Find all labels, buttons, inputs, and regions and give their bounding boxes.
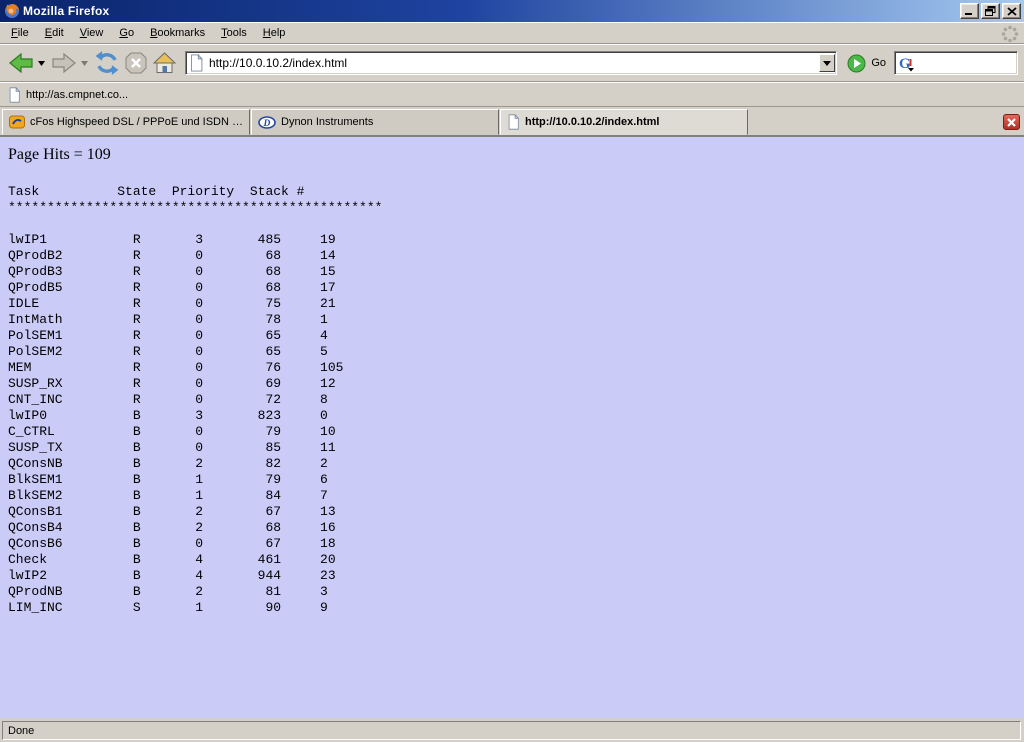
go-icon bbox=[847, 54, 866, 73]
bookmark-item[interactable]: http://as.cmpnet.co... bbox=[6, 85, 134, 105]
status-bar: Done bbox=[0, 718, 1024, 742]
status-text: Done bbox=[2, 721, 1021, 740]
minimize-icon bbox=[964, 6, 975, 16]
dynon-icon: D bbox=[258, 116, 276, 129]
go-button[interactable]: Go bbox=[847, 54, 886, 73]
chevron-down-icon bbox=[823, 61, 831, 66]
page-hits-text: Page Hits = 109 bbox=[8, 146, 1024, 164]
minimize-button[interactable] bbox=[960, 3, 979, 19]
restore-icon bbox=[985, 6, 996, 16]
bookmark-label: http://as.cmpnet.co... bbox=[26, 89, 128, 101]
home-icon bbox=[152, 51, 177, 75]
forward-dropdown[interactable] bbox=[79, 47, 89, 79]
home-button[interactable] bbox=[150, 47, 179, 79]
close-icon bbox=[1007, 7, 1017, 16]
document-icon bbox=[8, 87, 21, 103]
go-label: Go bbox=[871, 57, 886, 69]
titlebar: Mozilla Firefox bbox=[0, 0, 1024, 22]
reload-button[interactable] bbox=[92, 47, 122, 79]
url-bar bbox=[185, 51, 837, 75]
menubar: File Edit View Go Bookmarks Tools Help bbox=[0, 22, 1024, 44]
tab-index-html[interactable]: http://10.0.10.2/index.html bbox=[500, 109, 748, 135]
task-table: Task State Priority Stack # ************… bbox=[8, 184, 1024, 616]
google-icon[interactable]: G bbox=[898, 55, 915, 72]
chevron-down-icon bbox=[38, 61, 45, 66]
cfos-icon bbox=[9, 114, 25, 130]
menu-help[interactable]: Help bbox=[255, 24, 294, 42]
menu-go[interactable]: Go bbox=[111, 24, 142, 42]
stop-icon bbox=[124, 51, 148, 75]
reload-icon bbox=[94, 50, 120, 76]
tab-dynon[interactable]: D Dynon Instruments bbox=[251, 109, 499, 135]
close-button[interactable] bbox=[1002, 3, 1021, 19]
menu-file[interactable]: File bbox=[3, 24, 37, 42]
svg-text:D: D bbox=[263, 119, 271, 129]
tab-cfos[interactable]: cFos Highspeed DSL / PPPoE und ISDN CAP.… bbox=[2, 109, 250, 135]
back-dropdown[interactable] bbox=[36, 47, 46, 79]
tab-label: cFos Highspeed DSL / PPPoE und ISDN CAP.… bbox=[30, 116, 243, 128]
back-button[interactable] bbox=[6, 47, 36, 79]
restore-button[interactable] bbox=[981, 3, 1000, 19]
forward-button[interactable] bbox=[49, 47, 79, 79]
search-box: G bbox=[894, 51, 1018, 75]
forward-icon bbox=[51, 51, 77, 75]
search-input[interactable] bbox=[915, 56, 1015, 70]
navigation-toolbar: Go G bbox=[0, 44, 1024, 82]
tab-label: http://10.0.10.2/index.html bbox=[525, 116, 659, 128]
menu-view[interactable]: View bbox=[72, 24, 112, 42]
menu-bookmarks[interactable]: Bookmarks bbox=[142, 24, 213, 42]
window-title: Mozilla Firefox bbox=[23, 4, 958, 18]
browser-window: Mozilla Firefox File Edit View Go Bookma… bbox=[0, 0, 1024, 742]
menu-edit[interactable]: Edit bbox=[37, 24, 72, 42]
close-tab-button[interactable] bbox=[1003, 114, 1020, 130]
firefox-icon bbox=[4, 3, 20, 19]
url-input[interactable] bbox=[204, 56, 819, 70]
page-content: Page Hits = 109 Task State Priority Stac… bbox=[0, 137, 1024, 718]
back-icon bbox=[8, 51, 34, 75]
throbber-icon bbox=[1001, 25, 1019, 43]
close-icon bbox=[1007, 118, 1016, 127]
url-dropdown-button[interactable] bbox=[819, 54, 835, 72]
stop-button[interactable] bbox=[122, 47, 150, 79]
tab-bar: cFos Highspeed DSL / PPPoE und ISDN CAP.… bbox=[0, 107, 1024, 137]
tab-label: Dynon Instruments bbox=[281, 116, 373, 128]
chevron-down-icon bbox=[81, 61, 88, 66]
document-icon bbox=[189, 54, 204, 72]
bookmarks-toolbar: http://as.cmpnet.co... bbox=[0, 82, 1024, 107]
menu-tools[interactable]: Tools bbox=[213, 24, 255, 42]
document-icon bbox=[507, 114, 520, 130]
svg-text:G: G bbox=[899, 56, 911, 72]
